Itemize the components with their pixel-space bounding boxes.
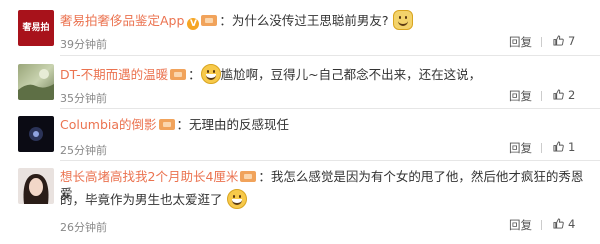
avatar[interactable]	[18, 116, 54, 152]
like-count: 2	[568, 88, 576, 102]
laugh-tears-emoji-icon	[226, 189, 247, 209]
comment-divider	[60, 108, 600, 109]
reply-button[interactable]: 回复	[509, 34, 532, 50]
avatar-text: 奢易拍	[22, 23, 50, 33]
avatar[interactable]	[18, 168, 54, 204]
comment-body: Columbia的倒影 ：无理由的反感现任	[60, 116, 590, 133]
divider	[541, 91, 542, 101]
username-link[interactable]: 奢易拍奢侈品鉴定App	[60, 13, 184, 28]
thumbs-up-icon	[553, 141, 564, 152]
username-link[interactable]: DT-不期而遇的温暖	[60, 67, 168, 82]
like-count: 7	[568, 34, 576, 48]
grin-emoji-icon	[200, 64, 221, 84]
level-icon	[201, 15, 218, 26]
comment-text: ：无理由的反感现任	[176, 117, 290, 132]
avatar-image	[29, 127, 43, 141]
username-link[interactable]: 想长高堵高找我2个月助长4厘米	[60, 169, 238, 184]
comment-text-continued: 的，毕竟作为男生也太爱逛了	[60, 192, 223, 207]
timestamp: 35分钟前	[60, 92, 107, 105]
avatar-image	[23, 174, 49, 204]
like-count: 1	[568, 140, 576, 154]
verified-icon: V	[187, 18, 200, 30]
reply-button[interactable]: 回复	[509, 88, 532, 104]
divider	[541, 143, 542, 153]
thumbs-up-icon	[553, 35, 564, 46]
divider	[541, 37, 542, 47]
comment-text: ：为什么没传过王思聪前男友?	[219, 13, 389, 28]
comment-body: DT-不期而遇的温暖：尴尬啊，豆得儿~自己都念不出来，还在这说，	[60, 64, 590, 84]
divider	[541, 220, 542, 230]
like-button[interactable]: 4	[553, 217, 575, 231]
thumbs-up-icon	[553, 89, 564, 100]
cat-smile-emoji-icon	[392, 10, 413, 30]
comment-body: 奢易拍奢侈品鉴定App V ：为什么没传过王思聪前男友?	[60, 10, 590, 30]
avatar-image	[18, 69, 54, 100]
like-button[interactable]: 2	[553, 88, 575, 102]
comment-divider	[60, 55, 600, 56]
reply-button[interactable]: 回复	[509, 217, 532, 233]
timestamp: 26分钟前	[60, 221, 107, 234]
like-button[interactable]: 1	[553, 140, 575, 154]
avatar[interactable]	[18, 64, 54, 100]
avatar[interactable]: 奢易拍	[18, 10, 54, 46]
level-icon	[240, 171, 257, 182]
like-count: 4	[568, 217, 576, 231]
comment-text: 尴尬啊，豆得儿~自己都念不出来，还在这说，	[220, 67, 482, 82]
level-icon	[170, 69, 187, 80]
timestamp: 25分钟前	[60, 144, 107, 157]
timestamp: 39分钟前	[60, 38, 107, 51]
reply-button[interactable]: 回复	[509, 140, 532, 156]
like-button[interactable]: 7	[553, 34, 575, 48]
thumbs-up-icon	[553, 218, 564, 229]
comment-body-continued: 的，毕竟作为男生也太爱逛了	[60, 189, 590, 209]
comment-divider	[60, 160, 600, 161]
level-icon	[158, 119, 175, 130]
username-link[interactable]: Columbia的倒影	[60, 117, 157, 132]
